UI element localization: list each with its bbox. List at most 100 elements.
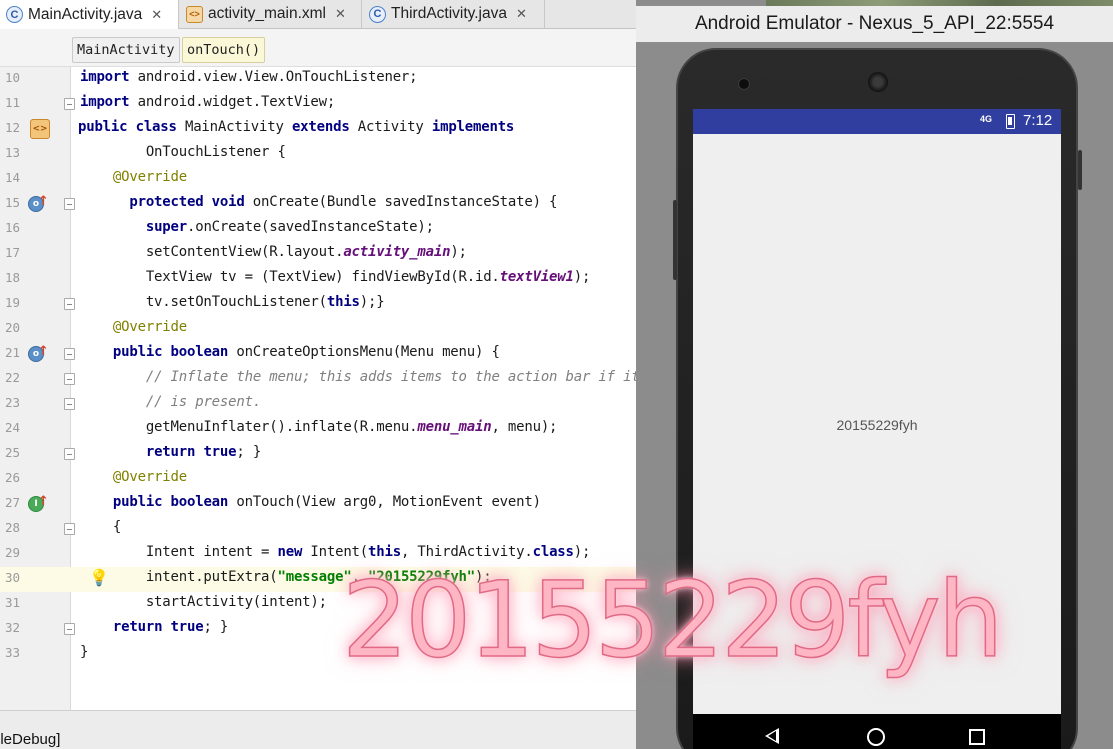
- code-text: setContentView(R.layout.activity_main);: [80, 244, 467, 260]
- text-view[interactable]: 20155229fyh: [693, 417, 1061, 433]
- code-text: TextView tv = (TextView) findViewById(R.…: [80, 269, 591, 285]
- code-line: 18 TextView tv = (TextView) findViewById…: [0, 267, 636, 292]
- watermark-text: 20155229fyh: [341, 559, 1004, 681]
- line-number: 24: [4, 420, 20, 435]
- code-text: // is present.: [145, 394, 262, 410]
- code-line: 26 @Override: [0, 467, 636, 492]
- close-icon[interactable]: ✕: [516, 6, 527, 22]
- code-line: 27 I ↑ public boolean onTouch(View arg0,…: [0, 492, 636, 517]
- code-text: public boolean onTouch(View arg0, Motion…: [112, 494, 541, 510]
- up-arrow-icon: ↑: [38, 194, 49, 209]
- fold-icon[interactable]: [64, 373, 75, 385]
- editor-tabbar: C MainActivity.java ✕ <> activity_main.x…: [0, 0, 636, 29]
- line-number: 14: [4, 170, 20, 185]
- battery-icon: [1006, 114, 1015, 129]
- emulator-title[interactable]: Android Emulator - Nexus_5_API_22:5554: [636, 6, 1113, 42]
- breadcrumb-class[interactable]: MainActivity: [72, 37, 180, 63]
- code-text: return true; }: [145, 444, 262, 460]
- power-button[interactable]: [1078, 150, 1082, 190]
- code-text: @Override: [112, 169, 187, 185]
- class-icon: C: [369, 5, 386, 23]
- code-line: 20 @Override: [0, 317, 636, 342]
- up-arrow-icon: ↑: [38, 344, 49, 359]
- code-line: 17 setContentView(R.layout.activity_main…: [0, 242, 636, 267]
- fold-icon[interactable]: [64, 98, 75, 110]
- line-number: 33: [4, 645, 20, 660]
- code-text: }: [80, 644, 89, 660]
- close-icon[interactable]: ✕: [335, 6, 346, 22]
- clock: 7:12: [1023, 112, 1053, 129]
- fold-icon[interactable]: [64, 398, 75, 410]
- code-line: 28 {: [0, 517, 636, 542]
- line-number: 28: [4, 520, 20, 535]
- layout-link-icon[interactable]: <>: [30, 119, 50, 139]
- signal-icon: 4G: [980, 114, 993, 124]
- tab-label: MainActivity.java: [28, 5, 143, 23]
- line-number: 22: [4, 370, 20, 385]
- code-text: tv.setOnTouchListener(this);}: [80, 294, 385, 310]
- code-line: 24 getMenuInflater().inflate(R.menu.menu…: [0, 417, 636, 442]
- line-number: 29: [4, 545, 20, 560]
- line-number: 26: [4, 470, 20, 485]
- up-arrow-icon: ↑: [38, 494, 49, 509]
- code-line: 16 super.onCreate(savedInstanceState);: [0, 217, 636, 242]
- line-number: 25: [4, 445, 20, 460]
- code-text: OnTouchListener {: [80, 144, 286, 160]
- line-number: 16: [4, 220, 20, 235]
- volume-button[interactable]: [673, 200, 677, 280]
- code-text: import android.widget.TextView;: [80, 94, 336, 110]
- line-number: 18: [4, 270, 20, 285]
- breadcrumb-method[interactable]: onTouch(): [182, 37, 266, 63]
- back-icon[interactable]: [765, 728, 779, 744]
- tab-label: ThirdActivity.java: [391, 5, 507, 22]
- code-line: 12 <> public class MainActivity extends …: [0, 117, 636, 142]
- code-text: protected void onCreate(Bundle savedInst…: [129, 194, 558, 210]
- status-text: oleDebug]: [0, 731, 61, 748]
- code-text: {: [80, 519, 122, 535]
- code-text: import android.view.View.OnTouchListener…: [80, 69, 418, 85]
- code-text: super.onCreate(savedInstanceState);: [145, 219, 434, 235]
- tab-label: activity_main.xml: [208, 5, 326, 22]
- fold-icon[interactable]: [64, 448, 75, 460]
- code-text: // Inflate the menu; this adds items to …: [145, 369, 636, 385]
- ide-status-bar: oleDebug]: [0, 710, 636, 749]
- line-number: 23: [4, 395, 20, 410]
- front-camera: [738, 78, 750, 90]
- line-number: 21: [4, 345, 20, 360]
- fold-icon[interactable]: [64, 523, 75, 535]
- line-number: 19: [4, 295, 20, 310]
- code-line: 15 o ↑ protected void onCreate(Bundle sa…: [0, 192, 636, 217]
- tab-mainactivity[interactable]: C MainActivity.java ✕: [0, 0, 179, 29]
- code-text: public class MainActivity extends Activi…: [78, 119, 515, 135]
- line-number: 12: [4, 120, 20, 135]
- code-line: 22 // Inflate the menu; this adds items …: [0, 367, 636, 392]
- fold-icon[interactable]: [64, 348, 75, 360]
- line-number: 31: [4, 595, 20, 610]
- code-text: Intent intent = new Intent(this, ThirdAc…: [80, 544, 591, 560]
- tab-activity-main-xml[interactable]: <> activity_main.xml ✕: [180, 0, 362, 28]
- close-icon[interactable]: ✕: [151, 7, 162, 23]
- home-icon[interactable]: [867, 728, 885, 746]
- fold-icon[interactable]: [64, 298, 75, 310]
- android-status-bar: 4G 7:12: [693, 109, 1061, 134]
- line-number: 32: [4, 620, 20, 635]
- line-number: 15: [4, 195, 20, 210]
- code-text: @Override: [112, 469, 187, 485]
- line-number: 13: [4, 145, 20, 160]
- line-number: 27: [4, 495, 20, 510]
- breadcrumb: MainActivity onTouch(): [0, 29, 636, 67]
- line-number: 30: [4, 570, 20, 585]
- code-line: 21 o ↑ public boolean onCreateOptionsMen…: [0, 342, 636, 367]
- line-number: 11: [4, 95, 20, 110]
- line-number: 17: [4, 245, 20, 260]
- recents-icon[interactable]: [969, 729, 985, 745]
- class-icon: C: [6, 6, 23, 23]
- fold-icon[interactable]: [64, 198, 75, 210]
- tab-thirdactivity[interactable]: C ThirdActivity.java ✕: [363, 0, 545, 28]
- code-line: 23 // is present.: [0, 392, 636, 417]
- line-number: 10: [4, 70, 20, 85]
- earpiece-speaker: [868, 72, 888, 92]
- fold-icon[interactable]: [64, 623, 75, 635]
- code-line: 11 import android.widget.TextView;: [0, 92, 636, 117]
- code-line: 10 import android.view.View.OnTouchListe…: [0, 67, 636, 92]
